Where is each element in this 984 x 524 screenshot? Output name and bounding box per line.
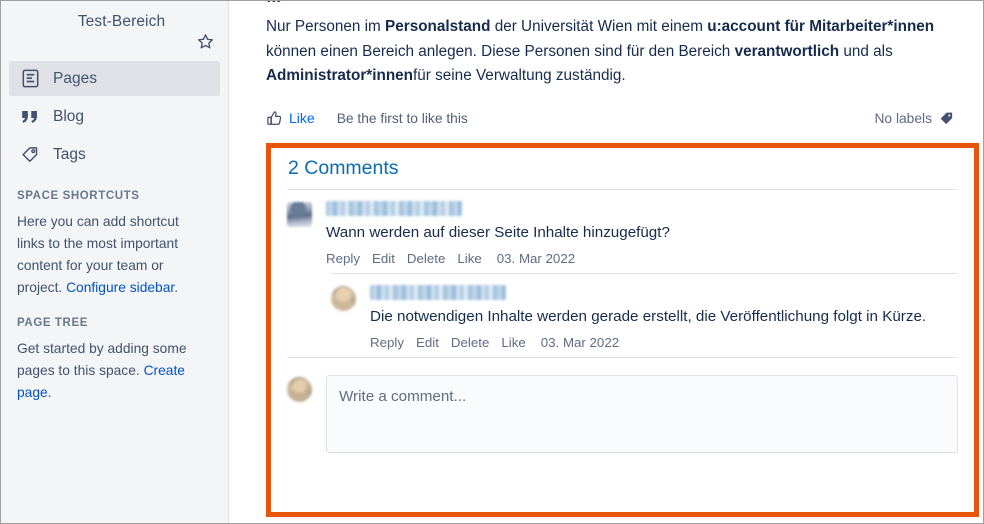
space-shortcuts-text: Here you can add shortcut links to the m…	[1, 211, 228, 299]
comment-item: redacted-author-name Wann werden auf die…	[287, 190, 958, 273]
like-row: Like Be the first to like this No labels	[266, 105, 954, 131]
like-button[interactable]: Like	[266, 110, 315, 127]
page-tree-text-after: .	[47, 385, 52, 400]
page-icon	[19, 68, 41, 90]
space-shortcuts-heading: SPACE SHORTCUTS	[17, 190, 140, 202]
space-sidebar: Test-Bereich Pages Blog Tags SPACE SHORT…	[1, 1, 229, 523]
sidebar-item-pages[interactable]: Pages	[9, 61, 220, 96]
page-content: … Nur Personen im Personalstand der Univ…	[230, 1, 983, 523]
sidebar-item-tags[interactable]: Tags	[9, 137, 220, 172]
page-tree-text: Get started by adding some pages to this…	[1, 338, 228, 404]
avatar[interactable]	[287, 377, 312, 402]
comment-text: Wann werden auf dieser Seite Inhalte hin…	[326, 224, 670, 241]
comment-edit-link[interactable]: Edit	[372, 251, 395, 266]
para-text: und als	[839, 42, 893, 60]
comment-date: 03. Mar 2022	[540, 335, 620, 350]
sidebar-item-label: Tags	[53, 145, 86, 163]
like-note: Be the first to like this	[336, 110, 468, 126]
comments-section: 2 Comments redacted-author-name Wann wer…	[271, 148, 974, 512]
comments-title: 2 Comments	[288, 157, 399, 179]
para-bold: verantwortlich	[734, 42, 840, 60]
shortcuts-text-after: .	[174, 280, 179, 295]
comment-body: redacted-author-name Wann werden auf die…	[326, 200, 958, 266]
app-window: Test-Bereich Pages Blog Tags SPACE SHORT…	[0, 0, 984, 524]
sidebar-item-label: Pages	[53, 69, 97, 87]
page-tree-heading: PAGE TREE	[17, 317, 89, 329]
para-bold: Administrator*innen	[266, 67, 414, 84]
para-text: Nur Personen im	[266, 18, 386, 35]
para-bold: u:account für Mitarbeiter*innen	[707, 18, 935, 35]
quote-icon	[19, 106, 41, 128]
comment-delete-link[interactable]: Delete	[407, 251, 445, 266]
space-header: Test-Bereich	[1, 1, 228, 57]
like-label: Like	[289, 110, 315, 126]
para-text: für seine Verwaltung zuständig.	[413, 67, 626, 84]
comment-reply-link[interactable]: Reply	[326, 251, 360, 266]
tag-icon	[19, 144, 41, 166]
comment-text: Die notwendigen Inhalte werden gerade er…	[370, 308, 927, 325]
labels-label: No labels	[874, 110, 932, 126]
comment-actions: Reply Edit Delete Like 03. Mar 2022	[326, 251, 958, 266]
comment-like-link[interactable]: Like	[501, 335, 525, 350]
comment-edit-link[interactable]: Edit	[416, 335, 439, 350]
avatar[interactable]	[331, 286, 356, 311]
para-text: der Universität Wien mit einem	[490, 18, 708, 35]
para-text: können einen Bereich anlegen. Diese Pers…	[266, 42, 735, 60]
configure-sidebar-link[interactable]: Configure sidebar	[66, 280, 174, 295]
comment-input[interactable]	[326, 375, 958, 453]
para-bold: Personalstand	[385, 18, 491, 35]
comments-highlight-region: 2 Comments redacted-author-name Wann wer…	[266, 143, 979, 517]
space-nav: Pages Blog Tags	[1, 61, 228, 172]
tag-icon	[939, 111, 954, 126]
comment-like-link[interactable]: Like	[457, 251, 481, 266]
star-outline-icon[interactable]	[196, 32, 215, 51]
page-paragraph: Nur Personen im Personalstand der Univer…	[266, 15, 954, 89]
thumbs-up-icon	[266, 110, 283, 127]
comment-delete-link[interactable]: Delete	[451, 335, 489, 350]
labels-button[interactable]: No labels	[874, 111, 954, 126]
comment-actions: Reply Edit Delete Like 03. Mar 2022	[370, 335, 958, 350]
space-title: Test-Bereich	[77, 13, 166, 30]
sidebar-item-blog[interactable]: Blog	[9, 99, 220, 134]
comment-item: redacted-author-name Die notwendigen Inh…	[331, 274, 958, 357]
sidebar-item-label: Blog	[53, 107, 85, 125]
comment-author[interactable]: redacted-author-name	[370, 285, 506, 300]
clipped-heading-above: …	[266, 1, 926, 5]
new-comment-row	[287, 358, 958, 453]
avatar[interactable]	[287, 202, 312, 227]
comment-body: redacted-author-name Die notwendigen Inh…	[370, 284, 958, 350]
comment-reply-link[interactable]: Reply	[370, 335, 404, 350]
comment-author[interactable]: redacted-author-name	[326, 201, 462, 216]
comment-date: 03. Mar 2022	[496, 251, 576, 266]
